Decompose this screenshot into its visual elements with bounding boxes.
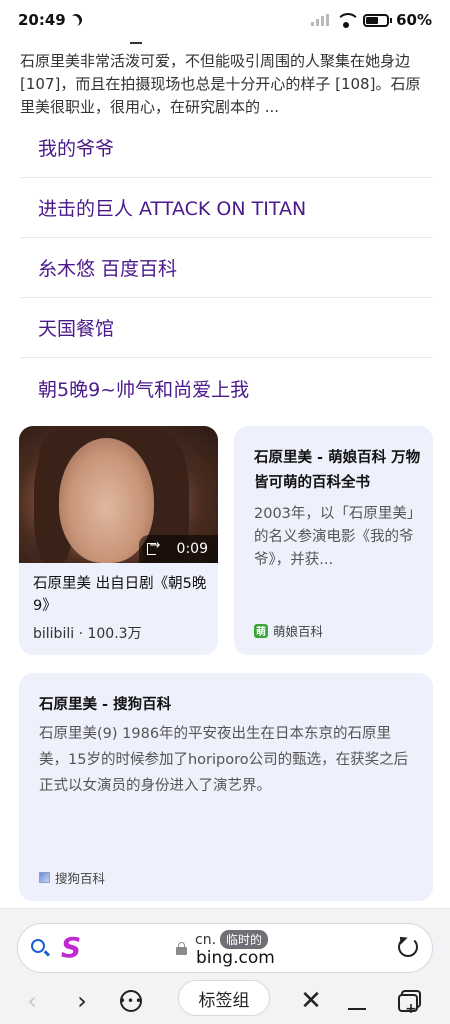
status-right: 60% (311, 11, 432, 29)
battery-text: 60% (396, 11, 432, 29)
status-left: 20:49 (18, 11, 82, 29)
sogou-source: 搜狗百科 (39, 868, 105, 887)
tabs-stack-icon: + (398, 994, 418, 1017)
sogou-card-title[interactable]: 石原里美 - 搜狗百科 (39, 693, 171, 714)
status-bar: 20:49 60% (0, 0, 450, 40)
brand-logo-icon[interactable]: S (61, 931, 81, 964)
minimize-icon[interactable] (348, 1008, 366, 1010)
moon-icon (68, 12, 84, 28)
related-link-item[interactable]: 我的爷爷 (20, 118, 433, 178)
url-prefix-row: cn. 临时的 (195, 930, 269, 949)
video-duration: 0:09 (176, 541, 208, 557)
temporary-badge: 临时的 (220, 930, 269, 949)
close-tab-button[interactable]: ✕ (298, 986, 324, 1016)
plus-icon: + (405, 1001, 417, 1017)
forward-button[interactable]: › (70, 986, 94, 1016)
sogou-card-description: 石原里美(9) 1986年的平安夜出生在日本东京的石原里美，15岁的时候参加了h… (39, 726, 409, 794)
more-menu-button[interactable]: ••• (119, 990, 142, 1012)
related-link-item[interactable]: 进击的巨人 ATTACK ON TITAN (20, 178, 433, 238)
video-card[interactable]: 0:09 石原里美 出自日剧《朝5晚9》 bilibili · 100.3万 (19, 426, 218, 655)
related-link-item[interactable]: 朝5晚9~帅气和尚爱上我 (20, 358, 433, 418)
back-button[interactable]: ‹ (20, 986, 44, 1016)
meta-separator: · (78, 626, 84, 642)
battery-fill (366, 16, 379, 24)
video-thumbnail[interactable]: 0:09 (19, 426, 218, 563)
search-icon[interactable] (31, 939, 45, 953)
moegirl-card-title[interactable]: 石原里美 - 萌娘百科 万物皆可萌的百科全书 (254, 446, 424, 496)
lock-icon (176, 942, 187, 955)
address-bar[interactable]: S cn. 临时的 bing.com (17, 923, 433, 973)
related-link-item[interactable]: 糸木悠 百度百科 (20, 238, 433, 298)
clock: 20:49 (18, 11, 66, 29)
divider (130, 42, 142, 44)
moegirl-logo-icon: 萌 (254, 623, 268, 638)
video-title[interactable]: 石原里美 出自日剧《朝5晚9》 (33, 573, 209, 617)
video-views: 100.3万 (87, 626, 142, 642)
moegirl-card-description: 2003年，以「石原里美」的名义参演电影《我的爷爷》，并获... (254, 506, 422, 568)
video-duration-badge: 0:09 (138, 535, 218, 563)
url-text[interactable]: bing.com (196, 948, 275, 968)
moegirl-source: 萌 萌娘百科 (254, 621, 323, 640)
new-tab-button[interactable]: + (398, 990, 422, 1017)
share-icon[interactable] (146, 538, 161, 555)
video-meta: bilibili · 100.3万 (33, 623, 142, 643)
battery-icon (363, 13, 393, 27)
sogou-logo-icon (39, 872, 50, 883)
wifi-icon (336, 13, 361, 28)
sogou-card[interactable]: 石原里美 - 搜狗百科 石原里美(9) 1986年的平安夜出生在日本东京的石原里… (19, 673, 433, 901)
related-links-list: 我的爷爷 进击的巨人 ATTACK ON TITAN 糸木悠 百度百科 天国餐馆… (20, 118, 433, 418)
tab-groups-button[interactable]: 标签组 (178, 980, 270, 1016)
related-link-item[interactable]: 天国餐馆 (20, 298, 433, 358)
result-snippet: 石原里美非常活泼可爱，不但能吸引周围的人聚集在她身边 [107]，而且在拍摄现场… (20, 52, 421, 116)
video-source: bilibili (33, 626, 75, 642)
moegirl-source-name: 萌娘百科 (273, 624, 324, 639)
signal-icon (311, 14, 330, 26)
url-prefix: cn. (195, 931, 217, 948)
moegirl-card[interactable]: 石原里美 - 萌娘百科 万物皆可萌的百科全书 2003年，以「石原里美」的名义参… (234, 426, 433, 655)
sogou-source-name: 搜狗百科 (55, 871, 106, 886)
reload-icon[interactable] (398, 937, 418, 957)
bottom-navigation: ‹ › ••• 标签组 ✕ + (0, 976, 450, 1024)
